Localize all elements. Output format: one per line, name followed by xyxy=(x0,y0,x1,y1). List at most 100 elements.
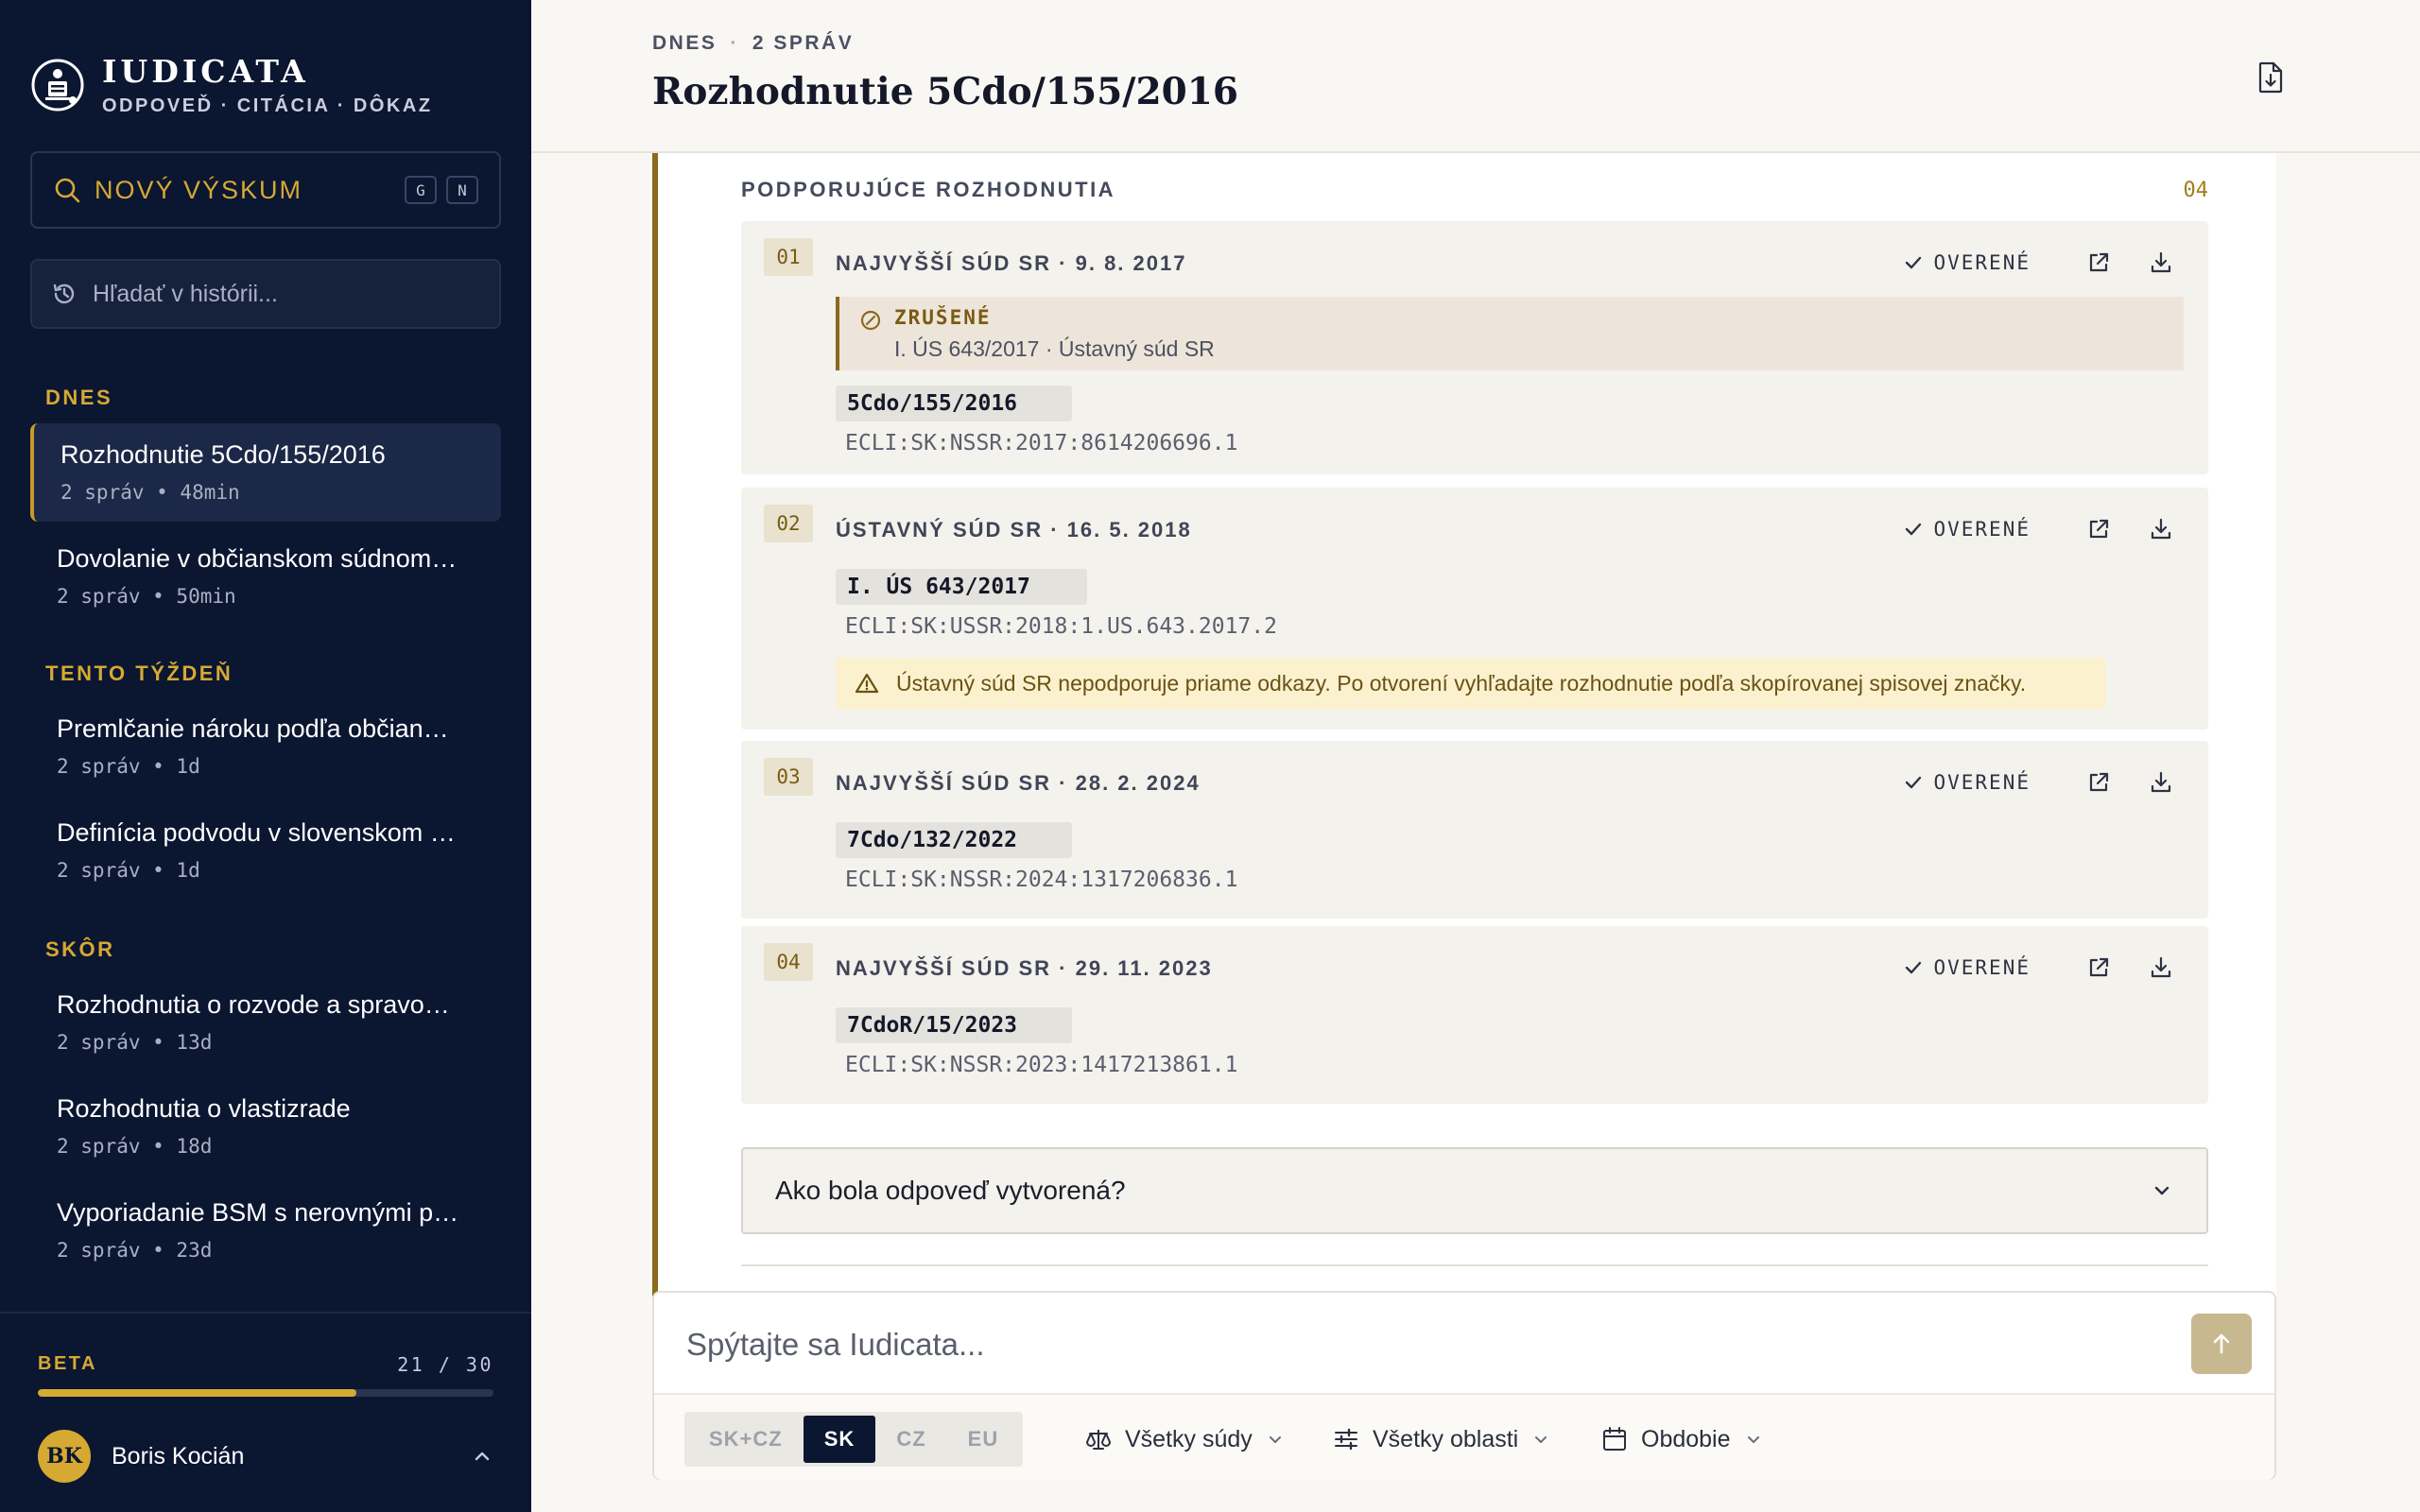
download-icon xyxy=(2151,956,2171,978)
calendar-icon xyxy=(1603,1427,1626,1451)
jurisdiction-option-sk-cz[interactable]: SK+CZ xyxy=(688,1416,804,1463)
beta-usage-count: 21 / 30 xyxy=(397,1353,493,1376)
user-menu[interactable]: BK Boris Kocián xyxy=(38,1427,493,1486)
external-link-icon xyxy=(2089,519,2109,539)
source-court: NAJVYŠŠÍ SÚD SR · 29. 11. 2023 xyxy=(836,956,1213,980)
period-filter-label: Obdobie xyxy=(1641,1425,1731,1452)
history-search[interactable] xyxy=(30,259,501,329)
source-number: 02 xyxy=(764,505,813,542)
source-court: NAJVYŠŠÍ SÚD SR · 28. 2. 2024 xyxy=(836,771,1201,795)
check-icon xyxy=(1906,961,1922,974)
jurisdiction-option-sk[interactable]: SK xyxy=(803,1416,876,1463)
open-external-button[interactable] xyxy=(2078,242,2119,284)
chevron-down-icon xyxy=(1535,1436,1547,1443)
jurisdiction-option-eu[interactable]: EU xyxy=(947,1416,1020,1463)
check-icon xyxy=(1906,256,1922,269)
send-button[interactable] xyxy=(2191,1314,2252,1374)
sliders-icon xyxy=(1335,1428,1357,1451)
search-icon xyxy=(55,178,80,203)
main-header: DNES · 2 SPRÁV Rozhodnutie 5Cdo/155/2016 xyxy=(531,0,2420,153)
history-item-title: Vyporiadanie BSM s nerovnými p… xyxy=(57,1198,459,1227)
open-external-button[interactable] xyxy=(2078,762,2119,803)
open-external-button[interactable] xyxy=(2078,947,2119,988)
page-title: Rozhodnutie 5Cdo/155/2016 xyxy=(652,70,1239,113)
source-card: 01 NAJVYŠŠÍ SÚD SR · 9. 8. 2017 OVERENÉ … xyxy=(741,221,2208,474)
case-number[interactable]: 7CdoR/15/2023 xyxy=(836,1007,1072,1043)
history-item-title: Premlčanie nároku podľa občian… xyxy=(57,714,449,743)
sources-count: 04 xyxy=(2183,178,2209,202)
sidebar-footer: BETA 21 / 30 BK Boris Kocián xyxy=(0,1312,531,1512)
new-research-label: NOVÝ VÝSKUM xyxy=(95,175,303,204)
history-item-meta: 2 správ • 1d xyxy=(57,859,200,882)
source-number: 04 xyxy=(764,943,813,981)
case-number[interactable]: 7Cdo/132/2022 xyxy=(836,822,1072,858)
history-item-meta: 2 správ • 1d xyxy=(57,755,200,778)
sidebar: IUDICATA ODPOVEĎ · CITÁCIA · DÔKAZ NOVÝ … xyxy=(0,0,531,1512)
scales-icon xyxy=(1086,1430,1111,1450)
question-input[interactable] xyxy=(686,1327,2104,1363)
case-number[interactable]: 5Cdo/155/2016 xyxy=(836,386,1072,421)
history-item[interactable]: Vyporiadanie BSM s nerovnými p… 2 správ … xyxy=(30,1181,501,1280)
file-download-icon xyxy=(2258,61,2283,94)
courts-filter[interactable]: Všetky súdy xyxy=(1085,1414,1285,1465)
download-icon xyxy=(2151,518,2171,540)
chevron-down-icon xyxy=(1747,1436,1759,1443)
section-today: DNES xyxy=(45,386,113,409)
chevron-down-icon xyxy=(2154,1186,2169,1195)
download-icon xyxy=(2151,251,2171,273)
user-name: Boris Kocián xyxy=(112,1442,245,1469)
export-button[interactable] xyxy=(2252,59,2290,96)
history-item-title: Dovolanie v občianskom súdnom… xyxy=(57,544,458,573)
brand-tagline: ODPOVEĎ · CITÁCIA · DÔKAZ xyxy=(102,95,433,116)
source-card: 04 NAJVYŠŠÍ SÚD SR · 29. 11. 2023 OVEREN… xyxy=(741,926,2208,1104)
jurisdiction-option-cz[interactable]: CZ xyxy=(875,1416,946,1463)
history-icon xyxy=(53,284,75,304)
open-external-button[interactable] xyxy=(2078,508,2119,550)
history-search-input[interactable] xyxy=(93,280,471,308)
history-item[interactable]: Rozhodnutia o vlastizrade 2 správ • 18d xyxy=(30,1077,501,1176)
warning-notice: Ústavný súd SR nepodporuje priame odkazy… xyxy=(836,658,2106,709)
history-item[interactable]: Definícia podvodu v slovenskom … 2 správ… xyxy=(30,801,501,900)
history-item[interactable]: Premlčanie nároku podľa občian… 2 správ … xyxy=(30,697,501,796)
annulled-notice: ZRUŠENÉ I. ÚS 643/2017 · Ústavný súd SR xyxy=(836,297,2184,370)
verified-label: OVERENÉ xyxy=(1933,518,2031,541)
shortcut-key-n: N xyxy=(446,176,478,204)
download-button[interactable] xyxy=(2140,762,2182,803)
check-icon xyxy=(1906,523,1922,536)
breadcrumb: DNES · 2 SPRÁV xyxy=(652,32,855,54)
brand[interactable]: IUDICATA ODPOVEĎ · CITÁCIA · DÔKAZ xyxy=(30,53,433,117)
section-earlier: SKÔR xyxy=(45,937,115,961)
history-item-meta: 2 správ • 13d xyxy=(57,1031,213,1054)
ecli-identifier: ECLI:SK:NSSR:2024:1317206836.1 xyxy=(845,868,1238,892)
download-button[interactable] xyxy=(2140,242,2182,284)
ecli-identifier: ECLI:SK:NSSR:2023:1417213861.1 xyxy=(845,1053,1238,1077)
arrow-up-icon xyxy=(2213,1333,2230,1354)
warning-text: Ústavný súd SR nepodporuje priame odkazy… xyxy=(896,670,2027,696)
download-button[interactable] xyxy=(2140,508,2182,550)
source-card: 03 NAJVYŠŠÍ SÚD SR · 28. 2. 2024 OVERENÉ… xyxy=(741,741,2208,919)
how-answer-created-toggle[interactable]: Ako bola odpoveď vytvorená? xyxy=(741,1147,2208,1234)
beta-usage-bar xyxy=(38,1389,493,1397)
external-link-icon xyxy=(2089,252,2109,272)
source-court: ÚSTAVNÝ SÚD SR · 16. 5. 2018 xyxy=(836,518,1192,541)
history-item[interactable]: Rozhodnutia o rozvode a spravo… 2 správ … xyxy=(30,973,501,1072)
how-answer-created-label: Ako bola odpoveď vytvorená? xyxy=(775,1176,1126,1205)
annulled-label: ZRUŠENÉ xyxy=(894,306,992,329)
areas-filter-label: Všetky oblasti xyxy=(1373,1425,1519,1452)
external-link-icon xyxy=(2089,957,2109,977)
source-court: NAJVYŠŠÍ SÚD SR · 9. 8. 2017 xyxy=(836,251,1187,275)
breadcrumb-message-count: 2 SPRÁV xyxy=(752,32,855,54)
period-filter[interactable]: Obdobie xyxy=(1601,1414,1763,1465)
areas-filter[interactable]: Všetky oblasti xyxy=(1333,1414,1550,1465)
download-button[interactable] xyxy=(2140,947,2182,988)
new-research-button[interactable]: NOVÝ VÝSKUM G N xyxy=(30,151,501,229)
chevron-up-icon xyxy=(475,1452,490,1461)
history-item-title: Rozhodnutia o vlastizrade xyxy=(57,1094,351,1123)
sources-title: PODPORUJÚCE ROZHODNUTIA xyxy=(741,178,1116,201)
history-item[interactable]: Dovolanie v občianskom súdnom… 2 správ •… xyxy=(30,527,501,626)
composer: SK+CZ SK CZ EU Všetky súdy Všetky oblast… xyxy=(652,1291,2276,1480)
history-item[interactable]: Rozhodnutie 5Cdo/155/2016 2 správ • 48mi… xyxy=(30,423,501,522)
case-number[interactable]: I. ÚS 643/2017 xyxy=(836,569,1087,605)
check-icon xyxy=(1906,776,1922,789)
divider xyxy=(741,1264,2208,1266)
